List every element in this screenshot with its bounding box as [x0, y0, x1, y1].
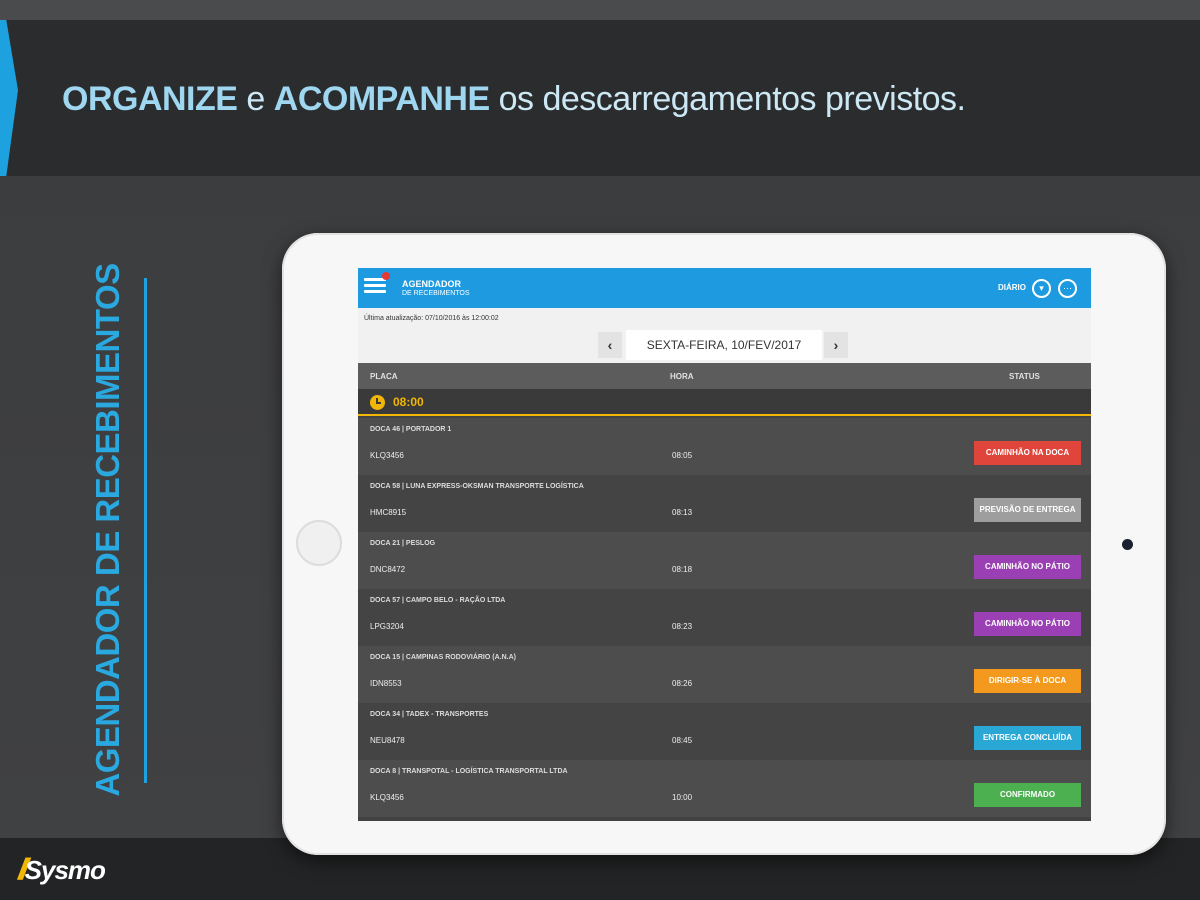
hour-cell: 08:26 — [672, 679, 693, 688]
table-row[interactable]: DOCA 34 | TADEX - TRANSPORTES NEU8478 08… — [358, 703, 1091, 760]
table-row[interactable]: DOCA 21 | PESLOG DNC8472 08:18 CAMINHÃO … — [358, 532, 1091, 589]
top-strip — [0, 0, 1200, 20]
next-day-button[interactable]: › — [824, 332, 848, 358]
plate-cell: LPG3204 — [370, 622, 404, 631]
dock-info: DOCA 15 | CAMPINAS RODOVIÁRIO (A.N.A) — [370, 654, 516, 661]
filter-dropdown-icon[interactable]: ▾ — [1032, 279, 1051, 298]
logo-text: Sysmo — [24, 854, 106, 885]
status-badge[interactable]: PREVISÃO DE ENTREGA — [974, 498, 1081, 522]
hour-cell: 08:13 — [672, 508, 693, 517]
dock-info: DOCA 21 | PESLOG — [370, 540, 436, 547]
table-row[interactable]: DOCA 57 | CAMPO BELO - RAÇÃO LTDA LPG320… — [358, 589, 1091, 646]
plate-cell: KLQ3456 — [370, 451, 404, 460]
prev-day-button[interactable]: ‹ — [598, 332, 622, 358]
table-header: PLACA HORA STATUS — [358, 363, 1091, 389]
column-header-hour: HORA — [670, 372, 694, 381]
status-badge[interactable]: DIRIGIR-SE À DOCA — [974, 669, 1081, 693]
status-badge[interactable]: CAMINHÃO NA DOCA — [974, 441, 1081, 465]
app-title: AGENDADOR DE RECEBIMENTOS — [402, 279, 470, 299]
headline: ORGANIZE e ACOMPANHE os descarregamentos… — [62, 80, 966, 119]
headline-word: e — [246, 80, 265, 118]
headline-word: ORGANIZE — [62, 80, 238, 118]
camera-icon — [1122, 539, 1133, 550]
hamburger-menu-icon[interactable] — [364, 278, 386, 298]
logo-mark: // — [18, 853, 28, 886]
notification-badge — [382, 272, 390, 280]
side-title: AGENDADOR DE RECEBIMENTOS — [89, 263, 126, 797]
hour-cell: 08:45 — [672, 736, 693, 745]
home-button[interactable] — [296, 520, 342, 566]
group-time: 08:00 — [393, 395, 424, 409]
app-bar: AGENDADOR DE RECEBIMENTOS DIÁRIO ▾ ⋯ — [358, 268, 1091, 308]
app-title-line1: AGENDADOR — [402, 279, 462, 289]
app-title-line2: DE RECEBIMENTOS — [402, 290, 470, 297]
plate-cell: IDN8553 — [370, 679, 402, 688]
status-badge[interactable]: CAMINHÃO NO PÁTIO — [974, 612, 1081, 636]
status-badge[interactable]: CONFIRMADO — [974, 783, 1081, 807]
column-header-status: STATUS — [1009, 372, 1040, 381]
plate-cell: KLQ3456 — [370, 793, 404, 802]
table-row[interactable]: DOCA 8 | TRANSPOTAL - LOGÍSTICA TRANSPOR… — [358, 760, 1091, 817]
dock-info: DOCA 58 | LUNA EXPRESS-OKSMAN TRANSPORTE… — [370, 483, 584, 490]
hour-cell: 08:05 — [672, 451, 693, 460]
more-options-icon[interactable]: ⋯ — [1058, 279, 1077, 298]
column-header-plate: PLACA — [370, 372, 398, 381]
plate-cell: DNC8472 — [370, 565, 406, 574]
hour-cell: 08:23 — [672, 622, 693, 631]
dock-info: DOCA 57 | CAMPO BELO - RAÇÃO LTDA — [370, 597, 506, 604]
headline-word: ACOMPANHE — [273, 80, 490, 118]
dock-info: DOCA 8 | TRANSPOTAL - LOGÍSTICA TRANSPOR… — [370, 768, 568, 775]
hour-cell: 10:00 — [672, 793, 693, 802]
plate-cell: HMC8915 — [370, 508, 407, 517]
dock-info: DOCA 46 | PORTADOR 1 — [370, 426, 452, 433]
plate-cell: NEU8478 — [370, 736, 405, 745]
table-row[interactable]: DOCA 15 | CAMPINAS RODOVIÁRIO (A.N.A) ID… — [358, 646, 1091, 703]
headline-word: os descarregamentos previstos. — [498, 80, 966, 118]
hour-cell: 08:18 — [672, 565, 693, 574]
date-display[interactable]: SEXTA-FEIRA, 10/FEV/2017 — [626, 330, 822, 360]
dock-info: DOCA 34 | TADEX - TRANSPORTES — [370, 711, 489, 718]
status-badge[interactable]: CAMINHÃO NO PÁTIO — [974, 555, 1081, 579]
table-row[interactable]: DOCA 46 | PORTADOR 1 KLQ3456 08:05 CAMIN… — [358, 418, 1091, 475]
app-screen: AGENDADOR DE RECEBIMENTOS DIÁRIO ▾ ⋯ Últ… — [358, 268, 1091, 821]
last-update-text: Última atualização: 07/10/2016 às 12:00:… — [364, 315, 499, 322]
time-group-header: 08:00 — [358, 389, 1091, 416]
view-mode-label[interactable]: DIÁRIO — [998, 283, 1026, 292]
sysmo-logo: // Sysmo — [18, 852, 106, 888]
clock-icon — [370, 395, 385, 410]
status-badge[interactable]: ENTREGA CONCLUÍDA — [974, 726, 1081, 750]
table-row[interactable]: DOCA 58 | LUNA EXPRESS-OKSMAN TRANSPORTE… — [358, 475, 1091, 532]
side-divider — [144, 278, 147, 783]
